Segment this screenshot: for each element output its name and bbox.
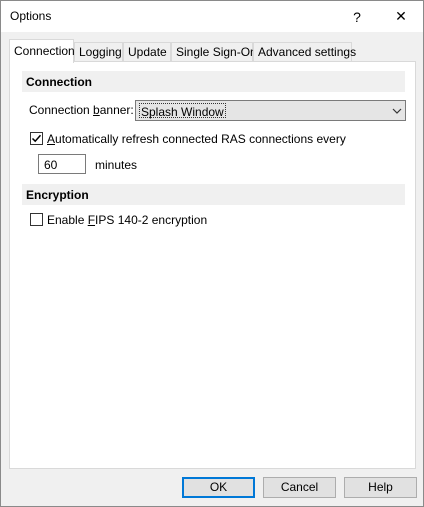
help-icon[interactable]: ? [335, 1, 379, 32]
ok-button[interactable]: OK [182, 477, 255, 498]
tab-single-sign-on[interactable]: Single Sign-On [171, 42, 257, 62]
tab-connection[interactable]: Connection [9, 39, 75, 63]
minutes-label: minutes [95, 158, 138, 172]
tab-logging[interactable]: Logging [74, 42, 123, 62]
close-icon[interactable]: ✕ [379, 1, 423, 32]
window-title: Options [10, 9, 52, 23]
refresh-minutes-input[interactable]: 60 [38, 154, 86, 174]
connection-banner-label: Connection banner: [29, 103, 134, 117]
options-dialog: Options ? ✕ Connection Logging Update Si… [0, 0, 424, 507]
auto-refresh-checkbox[interactable] [30, 132, 43, 145]
tab-advanced-settings[interactable]: Advanced settings [253, 42, 356, 62]
tab-update[interactable]: Update [123, 42, 171, 62]
connection-banner-value: Splash Window [139, 103, 226, 119]
tab-panel-connection: Connection Connection banner: Splash Win… [9, 61, 416, 469]
auto-refresh-label: Automatically refresh connected RAS conn… [47, 132, 346, 146]
connection-section-header: Connection [22, 71, 405, 92]
title-bar: Options ? ✕ [1, 1, 423, 32]
connection-banner-dropdown[interactable]: Splash Window [135, 100, 406, 121]
cancel-button[interactable]: Cancel [263, 477, 336, 498]
checkmark-icon [31, 134, 42, 143]
fips-checkbox[interactable] [30, 213, 43, 226]
fips-label: Enable FIPS 140-2 encryption [47, 213, 208, 227]
help-button[interactable]: Help [344, 477, 417, 498]
chevron-down-icon[interactable] [388, 101, 405, 120]
encryption-section-header: Encryption [22, 184, 405, 205]
